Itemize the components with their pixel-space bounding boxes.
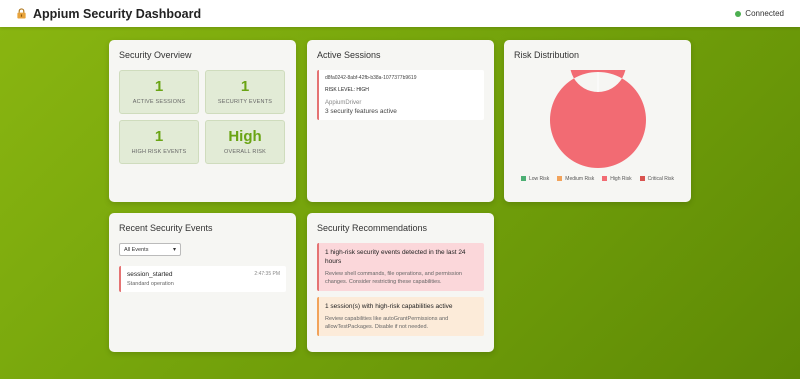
session-id: d8fa0242-8abf-42fb-b38a-1077377b9619 — [325, 75, 417, 81]
event-name: session_started — [127, 271, 173, 278]
status-dot-icon — [735, 10, 742, 17]
recommendation-description: Review capabilities like autoGrantPermis… — [325, 316, 449, 330]
stat-label: HIGH RISK EVENTS — [131, 149, 187, 155]
recommendation-description: Review shell commands, file operations, … — [325, 271, 462, 285]
stat-value: 1 — [240, 78, 250, 95]
stat-value: High — [228, 128, 262, 145]
stat-active-sessions: 1 ACTIVE SESSIONS — [119, 70, 199, 114]
stat-security-events: 1 SECURITY EVENTS — [205, 70, 285, 114]
legend-swatch — [639, 176, 645, 182]
recent-events-card: Recent Security Events All Events ▾ sess… — [109, 213, 296, 352]
event-description: Standard operation — [127, 281, 174, 287]
event-time: 2:47:35 PM — [254, 271, 280, 277]
connection-status-label: Connected — [745, 9, 784, 18]
session-driver: AppiumDriver — [325, 100, 362, 106]
legend-label: Low Risk — [529, 176, 550, 182]
legend-item-high[interactable]: High Risk — [602, 176, 632, 182]
card-title: Risk Distribution — [514, 50, 580, 60]
recommendation-title: 1 session(s) with high-risk capabilities… — [325, 303, 453, 310]
stat-label: ACTIVE SESSIONS — [132, 99, 186, 105]
recommendation-high[interactable]: 1 high-risk security events detected in … — [317, 243, 484, 291]
card-title: Security Recommendations — [317, 223, 428, 233]
stat-value: 1 — [154, 78, 164, 95]
card-title: Security Overview — [119, 50, 192, 60]
legend-item-critical[interactable]: Critical Risk — [639, 176, 674, 182]
card-title: Recent Security Events — [119, 223, 213, 233]
legend-item-medium[interactable]: Medium Risk — [557, 176, 594, 182]
chevron-down-icon: ▾ — [172, 247, 176, 253]
risk-donut-chart — [549, 70, 646, 168]
stat-label: SECURITY EVENTS — [217, 99, 273, 105]
event-item[interactable]: session_started Standard operation 2:47:… — [119, 266, 286, 292]
legend-item-low[interactable]: Low Risk — [521, 176, 549, 182]
stat-label: OVERALL RISK — [224, 149, 266, 155]
connection-status: Connected — [735, 9, 784, 18]
legend-label: High Risk — [610, 176, 632, 182]
stat-overall-risk: High OVERALL RISK — [205, 120, 285, 164]
app-title: Appium Security Dashboard — [33, 6, 202, 21]
event-filter-value: All Events — [124, 246, 149, 253]
top-bar: Appium Security Dashboard Connected — [0, 0, 800, 27]
stat-high-risk-events: 1 HIGH RISK EVENTS — [119, 120, 199, 164]
risk-distribution-card: Risk Distribution Low Risk Medium Risk H… — [504, 40, 691, 202]
legend-swatch — [557, 176, 563, 182]
recommendation-medium[interactable]: 1 session(s) with high-risk capabilities… — [317, 297, 484, 336]
legend-swatch — [521, 176, 526, 182]
session-item[interactable]: d8fa0242-8abf-42fb-b38a-1077377b9619 RIS… — [317, 70, 484, 120]
card-title: Active Sessions — [317, 50, 381, 60]
legend-label: Critical Risk — [647, 176, 674, 182]
recommendation-title: 1 high-risk security events detected in … — [325, 249, 466, 265]
active-sessions-card: Active Sessions d8fa0242-8abf-42fb-b38a-… — [307, 40, 494, 202]
session-risk-level: RISK LEVEL: HIGH — [325, 87, 369, 93]
recommendations-card: Security Recommendations 1 high-risk sec… — [307, 213, 494, 352]
security-overview-card: Security Overview 1 ACTIVE SESSIONS 1 SE… — [109, 40, 296, 202]
session-features: 3 security features active — [325, 108, 397, 115]
lock-icon — [17, 8, 26, 19]
event-filter-select[interactable]: All Events ▾ — [119, 243, 181, 256]
legend-label: Medium Risk — [565, 176, 595, 182]
legend-swatch — [602, 176, 608, 182]
stat-value: 1 — [154, 128, 164, 145]
chart-legend: Low Risk Medium Risk High Risk Critical … — [514, 176, 681, 182]
